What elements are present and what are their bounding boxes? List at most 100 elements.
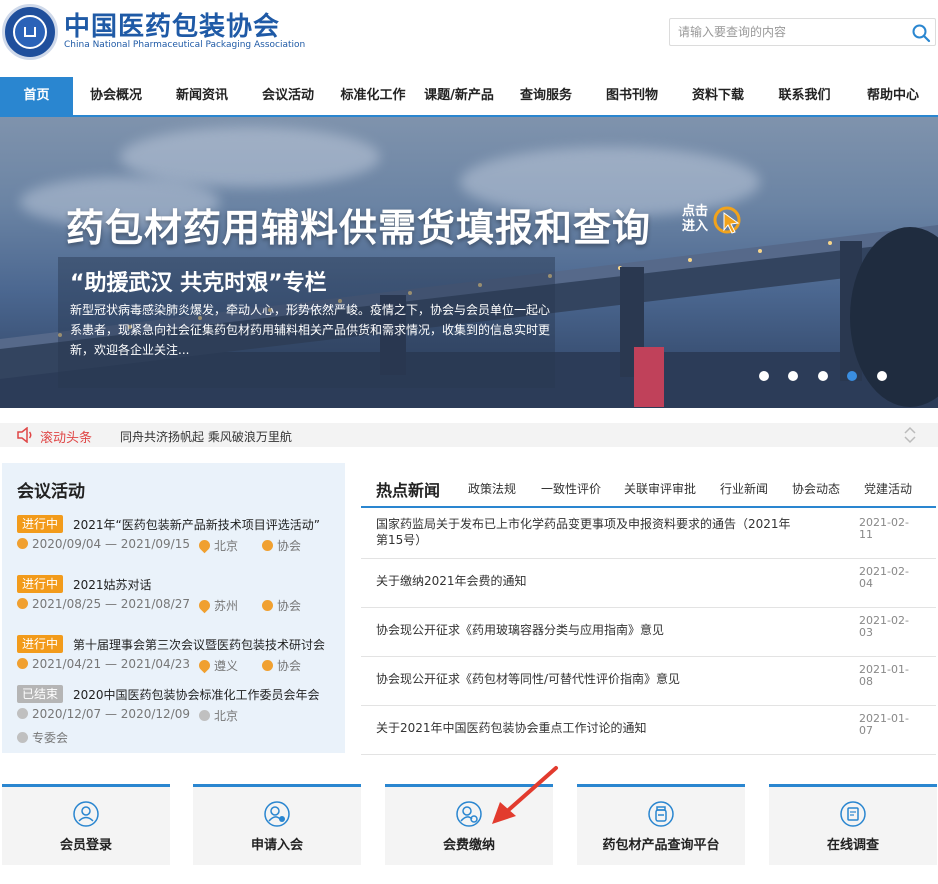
quick-link-label: 申请入会 — [250, 838, 303, 853]
event-item[interactable]: 进行中 2021年“医药包装新产品新技术项目评选活动” 2020/09/04 —… — [2, 515, 345, 575]
news-row[interactable]: 国家药监局关于发布已上市化学药品变更事项及申报资料要求的通告（2021年 第15… — [361, 510, 936, 559]
add-user-icon — [264, 801, 290, 827]
news-link[interactable]: 国家药监局关于发布已上市化学药品变更事项及申报资料要求的通告（2021年 第15… — [376, 516, 806, 548]
nav-contact[interactable]: 联系我们 — [761, 77, 848, 115]
hot-news-panel: 热点新闻 政策法规 一致性评价 关联审评审批 行业新闻 协会动态 党建活动 国家… — [361, 466, 936, 755]
nav-news[interactable]: 新闻资讯 — [159, 77, 245, 115]
nav-downloads[interactable]: 资料下载 — [675, 77, 761, 115]
event-org: 协会 — [262, 657, 301, 674]
news-date: 2021-02-03 — [859, 614, 909, 639]
search-box — [669, 18, 936, 46]
news-row[interactable]: 协会现公开征求《药用玻璃容器分类与应用指南》意见 2021-02-03 — [361, 608, 936, 657]
event-title[interactable]: 2021姑苏对话 — [73, 576, 152, 593]
clock-icon — [17, 658, 28, 669]
event-title[interactable]: 第十届理事会第三次会议暨医药包装技术研讨会 — [73, 636, 325, 653]
event-item[interactable]: 进行中 2021姑苏对话 2021/08/25 — 2021/08/27 苏州 … — [2, 575, 345, 635]
carousel-dot-1[interactable] — [759, 371, 769, 381]
tab-review[interactable]: 关联审评审批 — [624, 480, 696, 497]
news-row[interactable]: 关于缴纳2021年会费的通知 2021-02-04 — [361, 559, 936, 608]
nav-projects[interactable]: 课题/新产品 — [415, 77, 503, 115]
news-date: 2021-02-04 — [859, 565, 909, 590]
tab-policy[interactable]: 政策法规 — [468, 480, 516, 497]
organizer-icon — [17, 732, 28, 743]
events-title: 会议活动 — [17, 482, 85, 502]
nav-standards[interactable]: 标准化工作 — [331, 77, 415, 115]
red-arrow-icon — [492, 766, 558, 824]
status-badge: 进行中 — [17, 515, 64, 533]
nav-home[interactable]: 首页 — [0, 77, 73, 115]
carousel-dots — [756, 371, 892, 383]
quick-link-label: 会费缴纳 — [442, 838, 495, 853]
nav-events[interactable]: 会议活动 — [245, 77, 331, 115]
events-panel: 会议活动 进行中 2021年“医药包装新产品新技术项目评选活动” 2020/09… — [2, 463, 345, 753]
clock-icon — [17, 598, 28, 609]
event-date: 2020/12/07 — 2020/12/09 — [17, 707, 190, 721]
organizer-icon — [262, 600, 273, 611]
nav-help[interactable]: 帮助中心 — [848, 77, 938, 115]
user-coin-icon — [456, 801, 482, 827]
search-input[interactable] — [670, 19, 906, 45]
status-badge: 进行中 — [17, 635, 64, 653]
event-item[interactable]: 已结束 2020中国医药包装协会标准化工作委员会年会 2020/12/07 — … — [2, 685, 345, 745]
banner-headline[interactable]: 药包材药用辅料供需货填报和查询 — [66, 197, 651, 252]
cursor-click-icon[interactable] — [712, 205, 744, 237]
ticker-text[interactable]: 同舟共济扬帆起 乘风破浪万里航 — [120, 428, 292, 445]
news-link[interactable]: 关于2021年中国医药包装协会重点工作讨论的通知 — [376, 720, 806, 736]
news-link[interactable]: 协会现公开征求《药包材等同性/可替代性评价指南》意见 — [376, 671, 806, 687]
news-row[interactable]: 协会现公开征求《药包材等同性/可替代性评价指南》意见 2021-01-08 — [361, 657, 936, 706]
member-login-button[interactable]: 会员登录 — [2, 784, 170, 865]
tab-consistency[interactable]: 一致性评价 — [541, 480, 601, 497]
status-badge: 进行中 — [17, 575, 64, 593]
carousel-dot-2[interactable] — [788, 371, 798, 381]
news-row[interactable]: 关于2021年中国医药包装协会重点工作讨论的通知 2021-01-07 — [361, 706, 936, 755]
location-pin-icon — [196, 657, 213, 674]
carousel-dot-3[interactable] — [818, 371, 828, 381]
bottle-icon — [648, 801, 674, 827]
event-org: 协会 — [262, 597, 301, 614]
organizer-icon — [262, 660, 273, 671]
apply-membership-button[interactable]: 申请入会 — [193, 784, 361, 865]
news-link[interactable]: 关于缴纳2021年会费的通知 — [376, 573, 806, 589]
news-date: 2021-02-11 — [859, 516, 909, 541]
search-icon[interactable] — [911, 23, 931, 43]
location-pin-icon — [196, 537, 213, 554]
event-org: 协会 — [262, 537, 301, 554]
carousel-dot-5[interactable] — [877, 371, 887, 381]
tab-industry[interactable]: 行业新闻 — [720, 480, 768, 497]
event-date: 2021/04/21 — 2021/04/23 — [17, 657, 190, 671]
event-date: 2021/08/25 — 2021/08/27 — [17, 597, 190, 611]
event-title[interactable]: 2021年“医药包装新产品新技术项目评选活动” — [73, 516, 320, 533]
ticker-updown-icon[interactable] — [902, 425, 918, 445]
banner-description: 新型冠状病毒感染肺炎爆发，牵动人心，形势依然严峻。疫情之下，协会与会员单位一起心… — [70, 303, 551, 357]
event-place: 北京 — [199, 707, 238, 724]
nav-about[interactable]: 协会概况 — [73, 77, 159, 115]
clock-icon — [17, 708, 28, 719]
news-title[interactable]: 热点新闻 — [376, 477, 440, 501]
event-title[interactable]: 2020中国医药包装协会标准化工作委员会年会 — [73, 686, 320, 703]
logo-seal-icon[interactable] — [2, 4, 58, 60]
site-subtitle: China National Pharmaceutical Packaging … — [64, 40, 306, 50]
nav-query[interactable]: 查询服务 — [503, 77, 589, 115]
event-place: 苏州 — [196, 597, 238, 614]
site-title[interactable]: 中国医药包装协会 — [64, 6, 280, 43]
vip-user-icon — [73, 801, 99, 827]
product-query-platform-button[interactable]: 药包材产品查询平台 — [577, 784, 745, 865]
carousel-dot-4[interactable] — [847, 371, 857, 381]
tab-association[interactable]: 协会动态 — [792, 480, 840, 497]
banner-subtitle[interactable]: “助援武汉 共克时艰”专栏 — [70, 265, 327, 297]
location-pin-icon — [196, 597, 213, 614]
nav-publications[interactable]: 图书刊物 — [589, 77, 675, 115]
event-place: 遵义 — [196, 657, 238, 674]
event-place: 北京 — [196, 537, 238, 554]
tab-party[interactable]: 党建活动 — [864, 480, 912, 497]
organizer-icon — [262, 540, 273, 551]
main-nav: 首页 协会概况 新闻资讯 会议活动 标准化工作 课题/新产品 查询服务 图书刊物… — [0, 77, 938, 117]
hero-banner[interactable]: 药包材药用辅料供需货填报和查询 点击 进入 “助援武汉 共克时艰”专栏 新型冠状… — [0, 117, 938, 408]
online-survey-button[interactable]: 在线调查 — [769, 784, 937, 865]
clock-icon — [17, 538, 28, 549]
quick-link-label: 会员登录 — [59, 838, 112, 853]
survey-icon — [840, 801, 866, 827]
speaker-icon — [17, 427, 32, 443]
status-badge: 已结束 — [17, 685, 64, 703]
news-link[interactable]: 协会现公开征求《药用玻璃容器分类与应用指南》意见 — [376, 622, 806, 638]
